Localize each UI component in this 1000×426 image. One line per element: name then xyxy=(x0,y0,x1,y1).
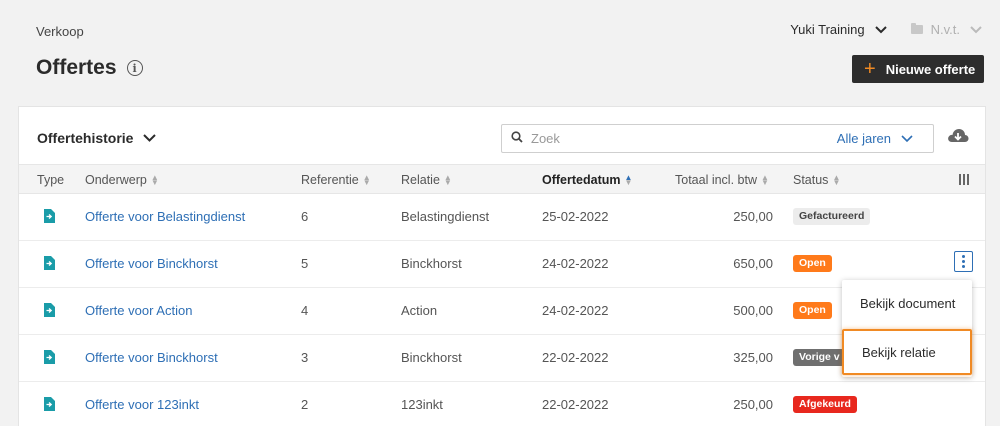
sort-icon: ▲ ▼ xyxy=(760,173,769,187)
status-badge: Gefactureerd xyxy=(793,208,871,225)
chevron-down-icon xyxy=(970,25,982,34)
row-relation: Belastingdienst xyxy=(401,209,490,224)
year-filter[interactable]: Alle jaren xyxy=(837,131,913,146)
company-selector[interactable]: Yuki Training xyxy=(790,22,910,37)
column-date[interactable]: Offertedatum ▲ ▼ xyxy=(542,173,632,187)
document-icon xyxy=(44,209,55,226)
row-subject[interactable]: Offerte voor Binckhorst xyxy=(85,256,218,271)
row-date: 24-02-2022 xyxy=(542,256,609,271)
column-relation-label: Relatie xyxy=(401,173,440,187)
menu-item-view-document[interactable]: Bekijk document xyxy=(842,280,972,326)
chevron-down-icon xyxy=(901,134,913,143)
column-status-label: Status xyxy=(793,173,829,187)
info-icon[interactable]: i xyxy=(126,60,143,76)
company-name: Yuki Training xyxy=(790,22,865,37)
table-header: Type Onderwerp ▲ ▼ Referentie ▲ ▼ Relatie ▲ ▼ … xyxy=(19,164,985,194)
row-reference: 3 xyxy=(301,350,309,365)
row-relation: 123inkt xyxy=(401,397,443,412)
document-icon xyxy=(44,350,55,367)
column-type-label: Type xyxy=(37,173,65,187)
history-dropdown[interactable]: Offertehistorie xyxy=(37,130,157,146)
status-badge: Afgekeurd xyxy=(793,396,857,413)
page-title: Offertes xyxy=(36,56,117,79)
row-reference: 2 xyxy=(301,397,309,412)
column-subject-label: Onderwerp xyxy=(85,173,147,187)
row-date: 24-02-2022 xyxy=(542,303,609,318)
document-icon xyxy=(44,256,55,273)
column-total[interactable]: Totaal incl. btw ▲ ▼ xyxy=(675,173,769,187)
column-type: Type xyxy=(37,173,64,187)
column-reference[interactable]: Referentie ▲ ▼ xyxy=(301,173,371,187)
sort-icon: ▲ ▼ xyxy=(443,173,452,187)
card-header: Offertehistorie Alle jaren xyxy=(19,107,985,164)
table-row[interactable]: Offerte voor Binckhorst 3 Binckhorst 22-… xyxy=(19,335,985,382)
chevron-down-icon xyxy=(874,25,887,34)
row-subject[interactable]: Offerte voor Belastingdienst xyxy=(85,209,245,224)
sort-icon: ▲ ▼ xyxy=(832,173,841,187)
row-date: 22-02-2022 xyxy=(542,397,609,412)
page-header: Offertes i xyxy=(36,56,143,80)
period-selector[interactable]: N.v.t. xyxy=(910,22,982,37)
search-icon xyxy=(511,130,523,148)
row-total: 250,00 xyxy=(733,209,773,224)
column-total-label: Totaal incl. btw xyxy=(675,173,757,187)
row-context-menu: Bekijk document Bekijk relatie xyxy=(842,280,972,377)
quotes-card: Offertehistorie Alle jaren T xyxy=(18,106,986,426)
row-reference: 6 xyxy=(301,209,309,224)
sort-ascending-icon: ▲ ▼ xyxy=(624,173,633,187)
period-value: N.v.t. xyxy=(930,22,960,37)
row-actions-button[interactable] xyxy=(954,251,973,272)
column-reference-label: Referentie xyxy=(301,173,359,187)
sort-icon: ▲ ▼ xyxy=(362,173,371,187)
row-date: 22-02-2022 xyxy=(542,350,609,365)
column-status[interactable]: Status ▲ ▼ xyxy=(793,173,840,187)
table-row[interactable]: Offerte voor Action 4 Action 24-02-2022 … xyxy=(19,288,985,335)
row-reference: 5 xyxy=(301,256,309,271)
column-settings-icon[interactable] xyxy=(959,174,969,185)
search-box: Alle jaren xyxy=(501,124,934,153)
plus-icon: + xyxy=(864,58,876,80)
history-label: Offertehistorie xyxy=(37,130,134,146)
search-input[interactable] xyxy=(531,131,837,146)
document-icon xyxy=(44,303,55,320)
year-filter-label: Alle jaren xyxy=(836,131,891,146)
breadcrumb: Verkoop xyxy=(36,24,84,39)
row-total: 325,00 xyxy=(733,350,773,365)
column-date-label: Offertedatum xyxy=(542,173,621,187)
row-subject[interactable]: Offerte voor Binckhorst xyxy=(85,350,218,365)
status-badge: Open xyxy=(793,302,832,319)
column-subject[interactable]: Onderwerp ▲ ▼ xyxy=(85,173,159,187)
row-relation: Binckhorst xyxy=(401,256,462,271)
table-row[interactable]: Offerte voor Binckhorst 5 Binckhorst 24-… xyxy=(19,241,985,288)
status-badge: Vorige v xyxy=(793,349,846,366)
table-row[interactable]: Offerte voor 123inkt 2 123inkt 22-02-202… xyxy=(19,382,985,426)
row-total: 500,00 xyxy=(733,303,773,318)
cloud-download-icon[interactable] xyxy=(947,127,969,150)
new-quote-label: Nieuwe offerte xyxy=(885,61,976,77)
chevron-down-icon xyxy=(143,134,157,142)
top-right-controls: Yuki Training N.v.t. xyxy=(790,22,982,37)
sort-icon: ▲ ▼ xyxy=(150,173,159,187)
row-relation: Binckhorst xyxy=(401,350,462,365)
table-row[interactable]: Offerte voor Belastingdienst 6 Belasting… xyxy=(19,194,985,241)
folder-icon xyxy=(910,23,923,34)
document-icon xyxy=(44,397,55,414)
row-date: 25-02-2022 xyxy=(542,209,609,224)
row-reference: 4 xyxy=(301,303,309,318)
row-total: 250,00 xyxy=(733,397,773,412)
status-badge: Open xyxy=(793,255,832,272)
row-subject[interactable]: Offerte voor Action xyxy=(85,303,192,318)
new-quote-button[interactable]: + Nieuwe offerte xyxy=(852,55,984,83)
row-total: 650,00 xyxy=(733,256,773,271)
column-relation[interactable]: Relatie ▲ ▼ xyxy=(401,173,452,187)
row-subject[interactable]: Offerte voor 123inkt xyxy=(85,397,199,412)
menu-item-view-relation[interactable]: Bekijk relatie xyxy=(842,329,972,375)
row-relation: Action xyxy=(401,303,438,318)
